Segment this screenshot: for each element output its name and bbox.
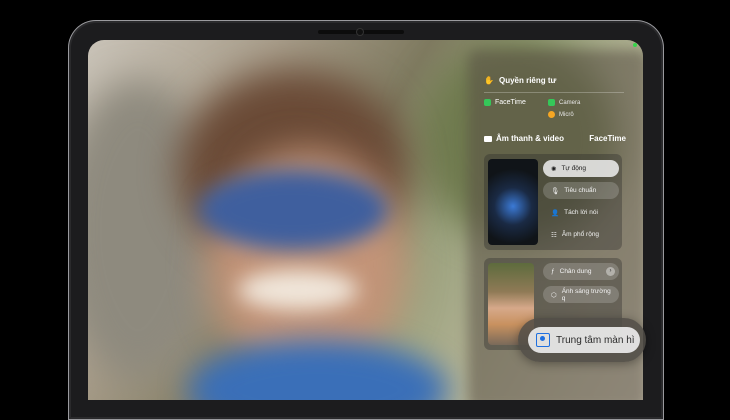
camera-label: Camera	[559, 99, 581, 106]
privacy-header: ✋ Quyền riêng tư	[484, 76, 556, 85]
microphone-icon: 🎙	[551, 187, 560, 195]
center-stage-label: Trung tâm màn hì	[556, 334, 635, 346]
privacy-title: Quyền riêng tư	[498, 76, 557, 85]
mic-mode-voice-isolation[interactable]: 👤 Tách lời nói	[543, 204, 619, 221]
wide-spectrum-icon: ☷	[551, 231, 557, 239]
person-icon: 👤	[551, 209, 560, 217]
divider	[484, 92, 624, 93]
sparkle-icon: ✺	[551, 165, 557, 173]
mic-mode-auto[interactable]: ✺ Tự động	[543, 160, 619, 177]
audio-video-title: Âm thanh & video	[496, 134, 565, 143]
camera-active-indicator	[633, 43, 637, 47]
privacy-app-name: FaceTime	[495, 99, 526, 106]
effect-label: Chân dung	[559, 268, 592, 275]
portrait-icon: ƒ	[551, 268, 555, 275]
cube-icon: ⬡	[551, 291, 557, 299]
mic-mode-preview	[488, 159, 538, 245]
facetime-icon	[484, 99, 491, 106]
effect-label: Ánh sáng trường q	[561, 287, 611, 302]
camera-permission: Camera	[548, 99, 580, 106]
mic-label: Micrô	[559, 111, 574, 118]
chevron-right-icon: ›	[606, 267, 615, 276]
hand-icon: ✋	[484, 76, 494, 85]
privacy-app[interactable]: FaceTime	[484, 99, 526, 106]
center-stage-icon	[536, 333, 550, 347]
mic-mode-wide-spectrum[interactable]: ☷ Âm phổ rộng	[543, 226, 619, 243]
front-camera	[357, 29, 363, 35]
mic-mode-label: Tự động	[561, 165, 587, 172]
microphone-icon	[548, 111, 555, 118]
mic-mode-label: Tách lời nói	[564, 209, 598, 216]
studio-light-button[interactable]: ⬡ Ánh sáng trường q	[543, 286, 619, 303]
camera-icon	[548, 99, 555, 106]
portrait-button[interactable]: ƒ Chân dung ›	[543, 263, 619, 280]
mic-mode-label: Tiêu chuẩn	[564, 187, 597, 194]
mic-permission: Micrô	[548, 111, 574, 118]
mic-mode-label: Âm phổ rộng	[561, 231, 600, 238]
audio-video-header: Âm thanh & video FaceTime	[484, 134, 626, 143]
video-camera-icon	[484, 135, 492, 142]
center-stage-button[interactable]: Trung tâm màn hì	[528, 327, 640, 353]
audio-video-app: FaceTime	[589, 134, 626, 143]
mic-mode-standard[interactable]: 🎙 Tiêu chuẩn	[543, 182, 619, 199]
